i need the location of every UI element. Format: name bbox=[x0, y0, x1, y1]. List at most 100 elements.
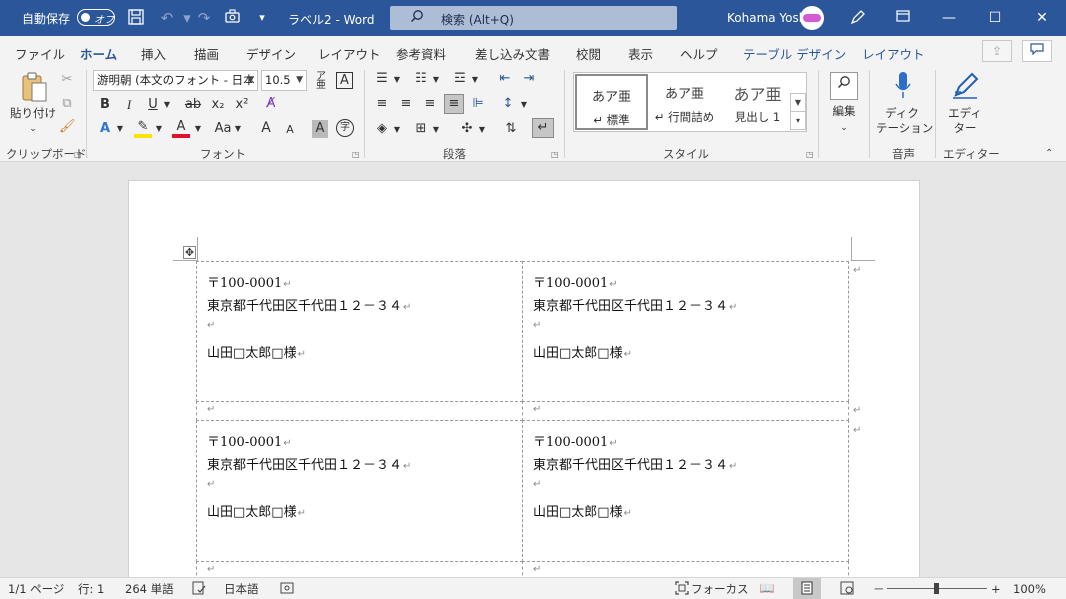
chevron-down-icon[interactable]: ▼ bbox=[392, 71, 402, 89]
style-normal[interactable]: あア亜 ↵ 標準 bbox=[575, 74, 648, 130]
clear-formatting-icon[interactable]: A̸ bbox=[262, 95, 280, 113]
dictate-label-1[interactable]: ディク bbox=[876, 106, 928, 121]
search-box[interactable]: 検索 (Alt+Q) bbox=[390, 6, 677, 30]
minimize-icon[interactable]: — bbox=[926, 0, 972, 36]
chevron-down-icon[interactable]: ▼ bbox=[392, 121, 402, 139]
superscript-button[interactable]: x² bbox=[232, 96, 252, 114]
strikethrough-button[interactable]: ab bbox=[183, 96, 203, 114]
chevron-down-icon[interactable]: ▼ bbox=[519, 96, 529, 114]
font-launcher-icon[interactable]: ◳ bbox=[352, 150, 360, 159]
chevron-down-icon[interactable]: ▼ bbox=[431, 71, 441, 89]
bold-button[interactable]: B bbox=[98, 96, 112, 114]
show-formatting-marks-icon[interactable]: ↵ bbox=[532, 118, 554, 138]
change-case-button[interactable]: Aa bbox=[212, 120, 234, 138]
bullets-icon[interactable]: ☰ bbox=[373, 70, 391, 88]
autosave-toggle[interactable]: オフ bbox=[77, 9, 115, 26]
redo-icon[interactable]: ↷ bbox=[194, 8, 214, 28]
align-right-icon[interactable]: ≡ bbox=[421, 95, 439, 113]
collapse-ribbon-icon[interactable]: ⌃ bbox=[1045, 148, 1053, 159]
editing-button[interactable]: 編集 bbox=[826, 104, 862, 119]
paste-icon[interactable] bbox=[18, 70, 50, 104]
tab-mailings[interactable]: 差し込み文書 bbox=[475, 44, 550, 63]
chevron-down-icon[interactable]: ▼ bbox=[470, 71, 480, 89]
spacer-cell[interactable]: ↵ bbox=[196, 561, 523, 577]
zoom-level[interactable]: 100% bbox=[1013, 581, 1046, 597]
pen-icon[interactable] bbox=[848, 8, 868, 28]
font-color-icon[interactable]: A bbox=[172, 118, 190, 138]
proofing-icon[interactable] bbox=[192, 581, 206, 599]
language[interactable]: 日本語 bbox=[224, 581, 259, 597]
tab-design[interactable]: デザイン bbox=[246, 44, 296, 63]
styles-launcher-icon[interactable]: ◳ bbox=[806, 150, 814, 159]
asian-layout-icon[interactable]: ✣ bbox=[458, 120, 476, 138]
paste-button[interactable]: 貼り付け bbox=[10, 106, 56, 121]
accessibility-icon[interactable] bbox=[280, 581, 294, 599]
multilevel-list-icon[interactable]: ☲ bbox=[451, 70, 469, 88]
chevron-down-icon[interactable]: ▼ bbox=[477, 121, 487, 139]
grow-font-button[interactable]: A bbox=[257, 119, 275, 137]
line-spacing-icon[interactable]: ↕ bbox=[499, 95, 517, 113]
zoom-slider-thumb[interactable] bbox=[934, 583, 939, 594]
styles-scroll-down-icon[interactable]: ▼ bbox=[790, 93, 806, 112]
web-layout-icon[interactable] bbox=[833, 578, 861, 599]
editor-label-1[interactable]: エディ bbox=[942, 106, 988, 121]
font-name-combo[interactable]: 游明朝 (本文のフォント - 日本 ▼ bbox=[93, 70, 258, 91]
tab-file[interactable]: ファイル bbox=[15, 44, 65, 63]
tab-insert[interactable]: 挿入 bbox=[141, 44, 166, 63]
chevron-down-icon[interactable]: ▼ bbox=[193, 120, 203, 138]
style-heading-1[interactable]: あア亜 見出し 1 bbox=[721, 73, 794, 131]
enclose-characters-button[interactable]: 字 bbox=[336, 119, 354, 137]
format-painter-icon[interactable]: 🖌 bbox=[59, 118, 76, 136]
dictate-label-2[interactable]: テーション bbox=[876, 121, 933, 136]
paste-dropdown-icon[interactable]: ⌄ bbox=[26, 120, 40, 138]
customize-qat-icon[interactable]: ▾ bbox=[252, 8, 272, 28]
borders-icon[interactable]: ⊞ bbox=[412, 120, 430, 138]
phonetic-guide-icon[interactable]: ア亜 bbox=[313, 72, 329, 91]
tab-help[interactable]: ヘルプ bbox=[680, 44, 718, 63]
numbering-icon[interactable]: ☷ bbox=[412, 70, 430, 88]
align-center-icon[interactable]: ≡ bbox=[397, 95, 415, 113]
italic-button[interactable]: I bbox=[122, 96, 136, 114]
word-count[interactable]: 264 単語 bbox=[125, 581, 174, 597]
spacer-cell[interactable]: ↵ bbox=[522, 401, 849, 421]
sort-icon[interactable]: ⇅ bbox=[502, 120, 520, 138]
zoom-out-button[interactable]: － bbox=[873, 581, 885, 597]
chevron-down-icon[interactable]: ⌄ bbox=[837, 119, 851, 137]
tab-view[interactable]: 表示 bbox=[628, 44, 653, 63]
close-icon[interactable]: ✕ bbox=[1019, 0, 1065, 36]
increase-indent-icon[interactable]: ⇥ bbox=[520, 70, 538, 88]
paragraph-launcher-icon[interactable]: ◳ bbox=[551, 150, 559, 159]
table-move-handle-icon[interactable]: ✥ bbox=[183, 246, 196, 259]
chevron-down-icon[interactable]: ▼ bbox=[431, 121, 441, 139]
tab-table-design[interactable]: テーブル デザイン bbox=[743, 44, 846, 63]
focus-icon[interactable] bbox=[675, 581, 689, 599]
tab-table-layout[interactable]: レイアウト bbox=[862, 44, 925, 63]
tab-home[interactable]: ホーム bbox=[80, 44, 118, 70]
comments-button[interactable] bbox=[1022, 40, 1052, 62]
spacer-cell[interactable]: ↵ bbox=[196, 401, 523, 421]
label-cell[interactable]: 〒100-0001↵ 東京都千代田区千代田１２－３４↵ ↵ 山田□太郎□様↵ bbox=[522, 261, 849, 402]
line-number[interactable]: 行: 1 bbox=[78, 581, 104, 597]
character-shading-button[interactable]: A bbox=[312, 120, 328, 138]
highlight-color-icon[interactable]: ✎ bbox=[134, 118, 152, 138]
label-cell[interactable]: 〒100-0001↵ 東京都千代田区千代田１２－３４↵ ↵ 山田□太郎□様↵ bbox=[196, 420, 523, 562]
spacer-cell[interactable]: ↵ bbox=[522, 561, 849, 577]
styles-more-icon[interactable]: ▾ bbox=[790, 111, 806, 130]
text-effects-icon[interactable]: A bbox=[96, 120, 114, 138]
align-left-icon[interactable]: ≡ bbox=[373, 95, 391, 113]
share-button[interactable]: ⇪ bbox=[982, 40, 1012, 62]
undo-icon[interactable]: ↶ bbox=[157, 8, 177, 28]
save-icon[interactable] bbox=[126, 8, 146, 28]
chevron-down-icon[interactable]: ▼ bbox=[233, 120, 243, 138]
editor-icon[interactable] bbox=[950, 71, 980, 101]
tab-references[interactable]: 参考資料 bbox=[396, 44, 446, 63]
style-no-spacing[interactable]: あア亜 ↵ 行間詰め bbox=[648, 73, 721, 131]
character-border-icon[interactable]: A bbox=[336, 72, 353, 89]
editor-label-2[interactable]: ター bbox=[942, 121, 988, 136]
touch-mode-icon[interactable] bbox=[223, 8, 243, 28]
decrease-indent-icon[interactable]: ⇤ bbox=[496, 70, 514, 88]
underline-dropdown-icon[interactable]: ▼ bbox=[162, 96, 172, 114]
ribbon-display-icon[interactable] bbox=[880, 0, 926, 36]
subscript-button[interactable]: x₂ bbox=[208, 96, 228, 114]
clipboard-launcher-icon[interactable]: ◳ bbox=[74, 150, 82, 159]
